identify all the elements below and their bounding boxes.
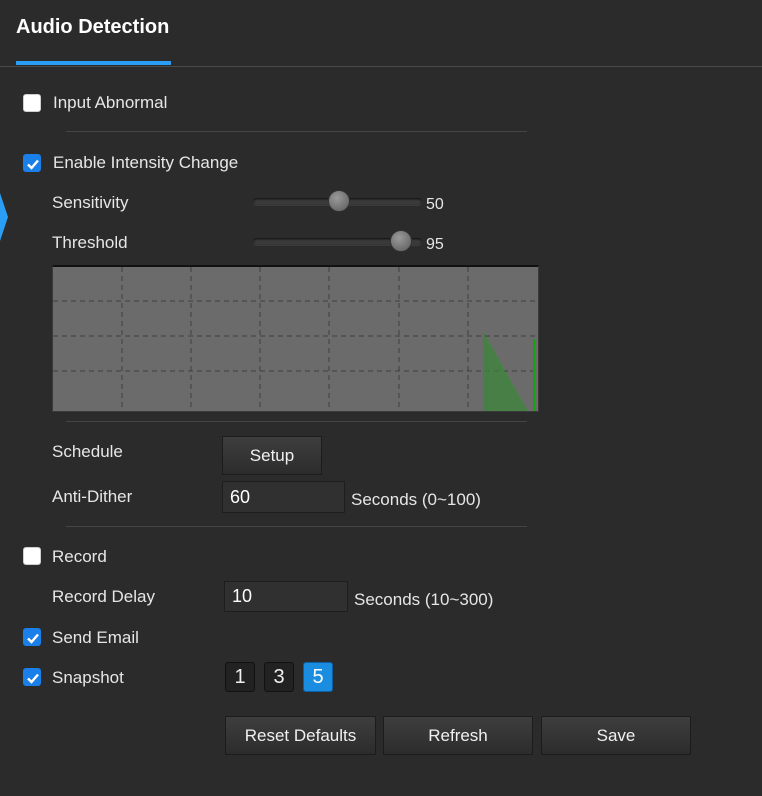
level-bar xyxy=(521,401,523,411)
level-bar xyxy=(491,347,493,411)
record-delay-unit: Seconds (10~300) xyxy=(354,590,494,609)
level-bar xyxy=(511,383,513,411)
threshold-label: Threshold xyxy=(52,233,128,252)
level-bar xyxy=(525,408,527,411)
audio-level-graph xyxy=(52,265,539,412)
section-divider xyxy=(66,526,527,527)
level-bar xyxy=(499,361,501,411)
level-bar xyxy=(513,387,515,411)
sensitivity-slider-handle[interactable] xyxy=(327,190,350,212)
level-bar xyxy=(501,365,503,411)
level-bar xyxy=(493,351,495,411)
refresh-button[interactable]: Refresh xyxy=(383,716,533,755)
snapshot-label: Snapshot xyxy=(52,668,124,687)
page-title: Audio Detection xyxy=(16,16,170,38)
level-bar xyxy=(519,397,521,411)
level-bars xyxy=(483,333,535,411)
level-bar xyxy=(533,339,535,411)
snapshot-option-1[interactable]: 1 xyxy=(225,662,255,692)
threshold-value: 95 xyxy=(426,236,444,253)
level-bar xyxy=(483,333,485,411)
active-tab-indicator xyxy=(16,61,171,65)
section-divider xyxy=(66,421,527,422)
anti-dither-unit: Seconds (0~100) xyxy=(351,490,481,509)
input-abnormal-label: Input Abnormal xyxy=(53,93,168,112)
snapshot-checkbox[interactable] xyxy=(23,668,41,686)
reset-defaults-button[interactable]: Reset Defaults xyxy=(225,716,376,755)
level-bar xyxy=(485,336,487,411)
send-email-checkbox[interactable] xyxy=(23,628,41,646)
level-bar xyxy=(509,379,511,411)
level-bar xyxy=(505,372,507,411)
level-bar xyxy=(489,343,491,411)
record-label: Record xyxy=(52,547,107,566)
record-delay-input[interactable]: 10 xyxy=(224,581,348,612)
check-icon xyxy=(27,159,39,170)
expand-arrow-icon[interactable] xyxy=(0,193,8,241)
snapshot-option-5[interactable]: 5 xyxy=(303,662,333,692)
check-icon xyxy=(27,673,39,684)
graph-gridlines xyxy=(53,267,538,411)
save-button[interactable]: Save xyxy=(541,716,691,755)
input-abnormal-checkbox[interactable] xyxy=(23,94,41,112)
level-bar xyxy=(495,354,497,411)
check-icon xyxy=(27,633,39,644)
level-bar xyxy=(487,340,489,411)
audio-level-plot xyxy=(53,267,538,411)
threshold-slider-handle[interactable] xyxy=(390,230,413,252)
header-divider xyxy=(0,66,762,67)
anti-dither-input[interactable]: 60 xyxy=(222,481,345,513)
send-email-label: Send Email xyxy=(52,628,139,647)
level-bar xyxy=(523,405,525,411)
sensitivity-value: 50 xyxy=(426,196,444,213)
sensitivity-label: Sensitivity xyxy=(52,193,129,212)
intensity-change-label: Enable Intensity Change xyxy=(53,153,239,172)
record-delay-label: Record Delay xyxy=(52,587,155,606)
section-divider xyxy=(66,131,527,132)
schedule-setup-button[interactable]: Setup xyxy=(222,436,322,475)
intensity-change-checkbox[interactable] xyxy=(23,154,41,172)
level-bar xyxy=(515,390,517,411)
snapshot-option-3[interactable]: 3 xyxy=(264,662,294,692)
level-bar xyxy=(497,358,499,411)
level-bar xyxy=(517,394,519,411)
schedule-label: Schedule xyxy=(52,442,123,461)
level-bar xyxy=(507,376,509,411)
anti-dither-label: Anti-Dither xyxy=(52,487,133,506)
record-checkbox[interactable] xyxy=(23,547,41,565)
level-bar xyxy=(503,369,505,411)
